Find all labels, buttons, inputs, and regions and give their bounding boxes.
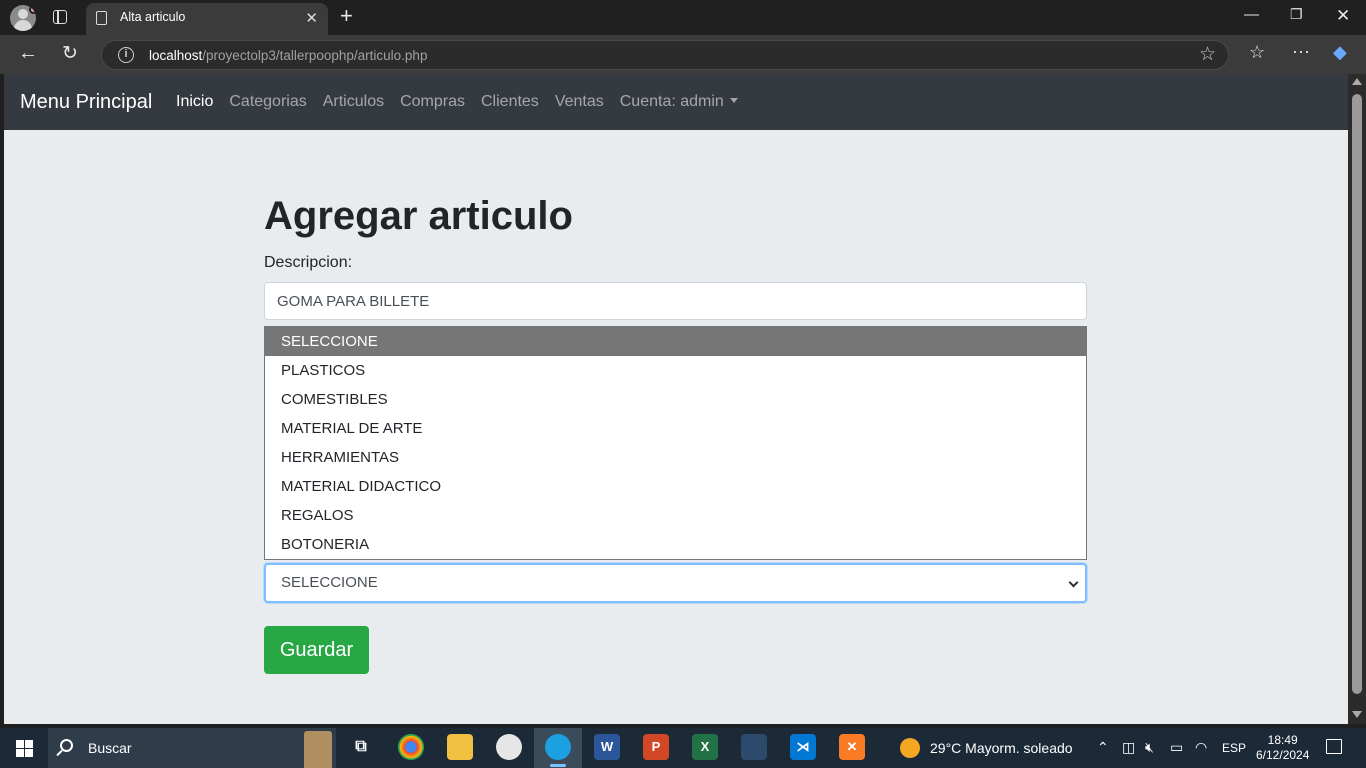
paint-icon[interactable]	[496, 734, 522, 760]
nav-link-categorias[interactable]: Categorias	[229, 93, 306, 111]
category-select[interactable]: SELECCIONE	[264, 563, 1087, 603]
edge-icon[interactable]	[545, 734, 571, 760]
category-select-value: SELECCIONE	[281, 574, 378, 591]
taskbar-search[interactable]: Buscar	[48, 728, 336, 768]
category-option[interactable]: MATERIAL DE ARTE	[265, 414, 1086, 443]
clock-time: 18:49	[1267, 733, 1298, 747]
category-option[interactable]: SELECCIONE	[265, 327, 1086, 356]
back-icon[interactable]: ←	[18, 42, 38, 65]
copilot-icon[interactable]: ◆	[1333, 42, 1347, 63]
browser-tab-strip: Alta articulo ✕ + — ❐ ✕	[0, 0, 1366, 35]
address-bar[interactable]: i localhost/proyectolp3/tallerpoophp/art…	[101, 40, 1229, 70]
url-text[interactable]: localhost/proyectolp3/tallerpoophp/artic…	[149, 48, 427, 63]
windows-taskbar: Buscar ⧉ W P X ⋊ ✕ 29°C Mayorm. soleado …	[0, 728, 1366, 768]
page-viewport: Menu Principal Inicio Categorias Articul…	[4, 74, 1348, 724]
caret-down-icon	[729, 98, 738, 103]
category-option[interactable]: BOTONERIA	[265, 530, 1086, 559]
clock-date: 6/12/2024	[1256, 748, 1310, 762]
site-navbar: Menu Principal Inicio Categorias Articul…	[4, 74, 1348, 130]
weather-text[interactable]: 29°C Mayorm. soleado	[930, 740, 1073, 756]
search-placeholder: Buscar	[88, 740, 132, 756]
category-option[interactable]: COMESTIBLES	[265, 385, 1086, 414]
category-dropdown-list: SELECCIONE PLASTICOS COMESTIBLES MATERIA…	[264, 326, 1087, 560]
nav-dropdown-cuenta[interactable]: Cuenta: admin	[620, 93, 738, 111]
notifications-icon[interactable]	[1326, 739, 1342, 754]
form-container: Agregar articulo Descripcion: SELECCIONE…	[264, 194, 1087, 674]
favorite-star-icon[interactable]: ☆	[1199, 43, 1216, 66]
battery-icon[interactable]: ▭	[1170, 739, 1183, 756]
browser-toolbar: ← ↻ i localhost/proyectolp3/tallerpoophp…	[0, 35, 1366, 74]
description-label: Descripcion:	[264, 254, 353, 271]
meet-icon[interactable]: ◫	[1122, 739, 1135, 756]
profile-avatar-icon[interactable]	[10, 5, 36, 31]
nav-link-inicio[interactable]: Inicio	[176, 93, 213, 111]
word-icon[interactable]: W	[594, 734, 620, 760]
nav-link-compras[interactable]: Compras	[400, 93, 465, 111]
more-menu-icon[interactable]: ···	[1292, 41, 1310, 62]
search-icon	[60, 739, 73, 752]
save-button[interactable]: Guardar	[264, 626, 369, 674]
site-info-icon[interactable]: i	[118, 47, 134, 63]
page-title: Agregar articulo	[264, 194, 573, 238]
restore-icon[interactable]: ❐	[1290, 6, 1303, 23]
category-option[interactable]: MATERIAL DIDACTICO	[265, 472, 1086, 501]
minimize-icon[interactable]: —	[1244, 6, 1259, 23]
search-highlight-image	[304, 731, 332, 768]
chevron-down-icon	[1068, 577, 1079, 588]
clock[interactable]: 18:49 6/12/2024	[1256, 733, 1309, 763]
xampp-icon[interactable]: ✕	[839, 734, 865, 760]
nav-link-ventas[interactable]: Ventas	[555, 93, 604, 111]
new-tab-icon[interactable]: +	[340, 3, 353, 29]
reload-icon[interactable]: ↻	[62, 42, 78, 65]
scroll-up-icon[interactable]	[1352, 78, 1362, 85]
language-indicator[interactable]: ESP	[1222, 741, 1246, 755]
page-scrollbar[interactable]	[1348, 74, 1366, 724]
scrollbar-thumb[interactable]	[1352, 94, 1362, 694]
category-option[interactable]: HERRAMIENTAS	[265, 443, 1086, 472]
mysql-workbench-icon[interactable]	[741, 734, 767, 760]
close-tab-icon[interactable]: ✕	[305, 9, 318, 27]
category-option[interactable]: REGALOS	[265, 501, 1086, 530]
chrome-icon[interactable]	[398, 734, 424, 760]
task-view-icon[interactable]: ⧉	[348, 734, 374, 760]
file-explorer-icon[interactable]	[447, 734, 473, 760]
scroll-down-icon[interactable]	[1352, 711, 1362, 718]
nav-link-articulos[interactable]: Articulos	[323, 93, 384, 111]
favorites-icon[interactable]: ☆	[1249, 42, 1265, 63]
tab-actions-icon[interactable]	[53, 10, 67, 24]
powerpoint-icon[interactable]: P	[643, 734, 669, 760]
description-input[interactable]	[264, 282, 1087, 320]
category-option[interactable]: PLASTICOS	[265, 356, 1086, 385]
vscode-icon[interactable]: ⋊	[790, 734, 816, 760]
close-window-icon[interactable]: ✕	[1336, 6, 1350, 26]
tab-title: Alta articulo	[120, 10, 186, 24]
page-icon	[96, 11, 107, 25]
windows-start-icon[interactable]	[16, 740, 33, 757]
chevron-up-icon[interactable]: ⌃	[1097, 739, 1109, 756]
nav-link-clientes[interactable]: Clientes	[481, 93, 539, 111]
weather-sun-icon[interactable]	[900, 738, 920, 758]
navbar-brand[interactable]: Menu Principal	[20, 91, 152, 114]
browser-tab[interactable]: Alta articulo ✕	[86, 3, 328, 35]
volume-muted-icon[interactable]: 🔇︎	[1145, 739, 1154, 756]
wifi-icon[interactable]: ◠	[1195, 739, 1207, 756]
excel-icon[interactable]: X	[692, 734, 718, 760]
